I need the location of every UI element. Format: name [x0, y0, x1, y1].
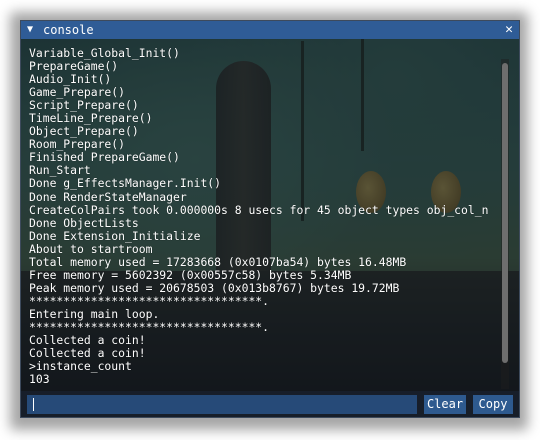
console-input[interactable] — [27, 395, 417, 414]
log-line: Done g_EffectsManager.Init() — [29, 176, 222, 191]
console-window: ▼ console ✕ Variable_Global_Init() Prepar… — [20, 20, 520, 418]
log-line: Total memory used = 17283668 (0x0107ba54… — [29, 254, 407, 269]
copy-button[interactable]: Copy — [473, 395, 513, 414]
console-log: Variable_Global_Init() PrepareGame() Audio… — [29, 47, 499, 387]
log-line: >instance_count — [29, 359, 132, 374]
log-line: Done Extension_Initialize — [29, 228, 201, 243]
triangle-down-icon[interactable]: ▼ — [27, 21, 33, 39]
scrollbar[interactable] — [501, 59, 509, 389]
log-line: 103 — [29, 372, 50, 387]
log-line: Finished PrepareGame() — [29, 150, 180, 165]
window-title: console — [43, 23, 94, 37]
log-line: Peak memory used = 20678503 (0x013b8767)… — [29, 280, 400, 295]
log-line: Done RenderStateManager — [29, 189, 187, 204]
title-bar[interactable]: ▼ console ✕ — [21, 21, 519, 39]
text-caret — [33, 398, 34, 411]
log-line: Free memory = 5602392 (0x00557c58) bytes… — [29, 267, 352, 282]
close-icon[interactable]: ✕ — [505, 21, 513, 39]
scrollbar-thumb[interactable] — [502, 63, 508, 363]
log-line: **********************************. — [29, 293, 270, 308]
clear-button[interactable]: Clear — [424, 395, 466, 414]
log-line: CreateColPairs took 0.000000s 8 usecs fo… — [29, 202, 489, 217]
log-line: Done ObjectLists — [29, 215, 139, 230]
input-bar: Clear Copy — [21, 391, 519, 417]
log-line: About to startroom — [29, 241, 153, 256]
